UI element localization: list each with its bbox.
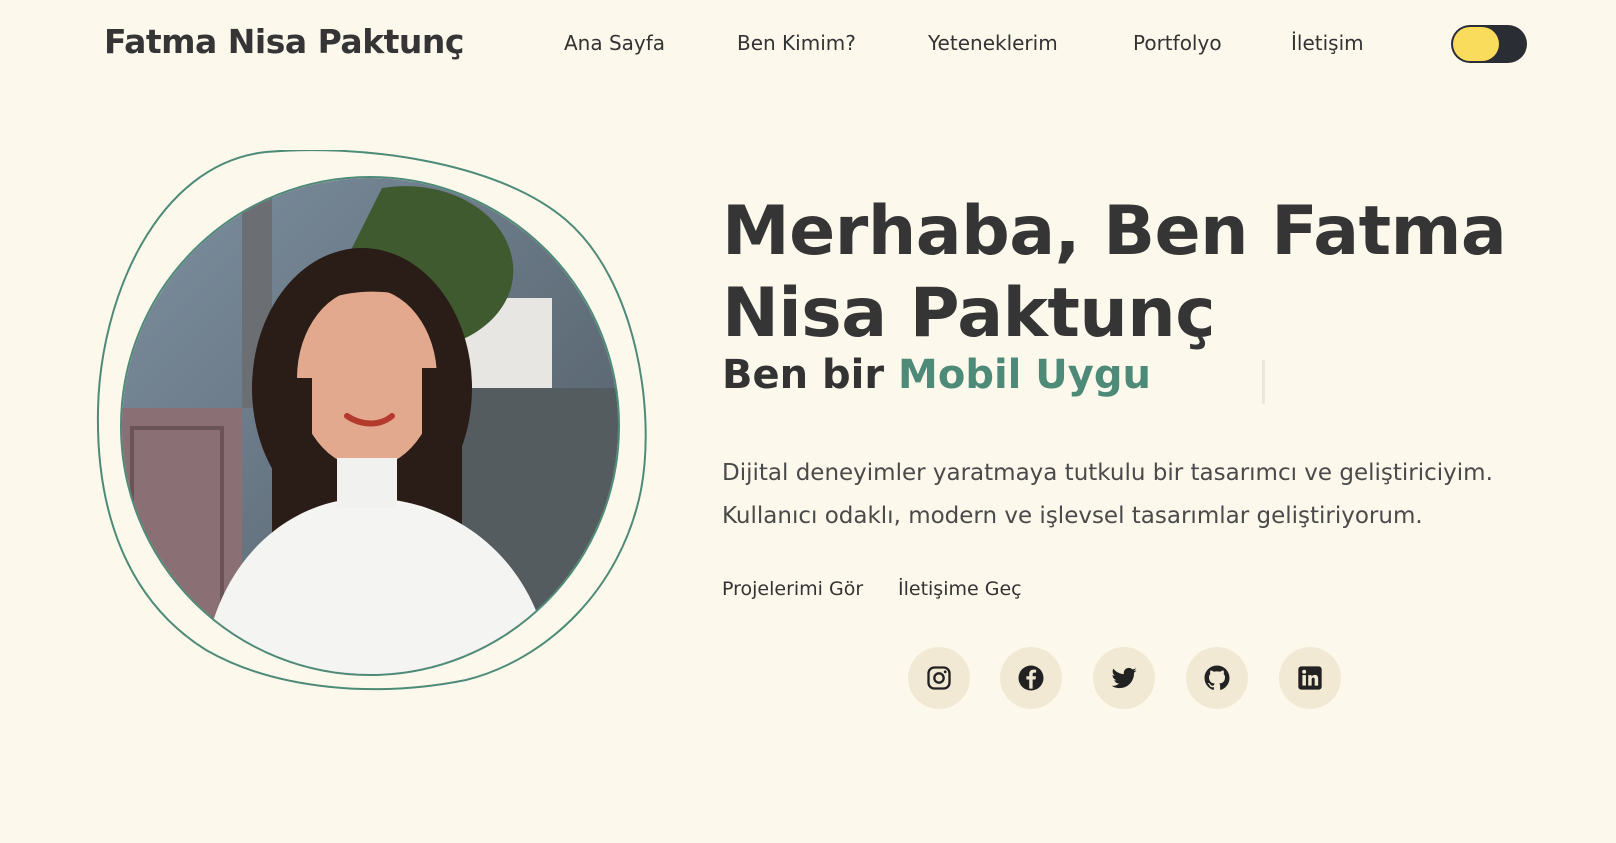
instagram-icon: [927, 666, 951, 690]
linkedin-link[interactable]: [1279, 647, 1341, 709]
main-nav: Ana Sayfa Ben Kimim? Yeteneklerim Portfo…: [0, 31, 1616, 61]
twitter-icon: [1111, 667, 1137, 689]
hero-description: Dijital deneyimler yaratmaya tutkulu bir…: [722, 452, 1562, 538]
nav-item-contact[interactable]: İletişim: [1291, 31, 1364, 55]
nav-item-skills[interactable]: Yeteneklerim: [928, 31, 1058, 55]
site-header: Fatma Nisa Paktunç Ana Sayfa Ben Kimim? …: [0, 0, 1616, 90]
typing-cursor: [1262, 360, 1265, 404]
nav-item-home[interactable]: Ana Sayfa: [564, 31, 665, 55]
facebook-icon: [1018, 665, 1044, 691]
nav-item-portfolio[interactable]: Portfolyo: [1133, 31, 1222, 55]
hero-title: Merhaba, Ben Fatma Nisa Paktunç: [722, 191, 1507, 353]
github-link[interactable]: [1186, 647, 1248, 709]
instagram-link[interactable]: [908, 647, 970, 709]
profile-photo-frame: [96, 150, 656, 710]
hero-subtitle: Ben bir Mobil Uygu: [722, 352, 1151, 398]
hero-subtitle-prefix: Ben bir: [722, 352, 885, 398]
hero-description-line-1: Dijital deneyimler yaratmaya tutkulu bir…: [722, 460, 1493, 486]
hero-subtitle-typed: Mobil Uygu: [898, 352, 1151, 398]
hero-description-line-2: Kullanıcı odaklı, modern ve işlevsel tas…: [722, 503, 1423, 529]
twitter-link[interactable]: [1093, 647, 1155, 709]
theme-toggle[interactable]: [1451, 25, 1527, 63]
profile-photo-image: [122, 178, 618, 674]
linkedin-icon: [1298, 666, 1322, 690]
view-projects-button[interactable]: Projelerimi Gör: [722, 578, 863, 600]
theme-toggle-knob: [1453, 27, 1499, 61]
contact-button[interactable]: İletişime Geç: [898, 578, 1022, 600]
profile-photo: [120, 176, 620, 676]
facebook-link[interactable]: [1000, 647, 1062, 709]
nav-item-about[interactable]: Ben Kimim?: [737, 31, 856, 55]
github-icon: [1204, 665, 1230, 690]
